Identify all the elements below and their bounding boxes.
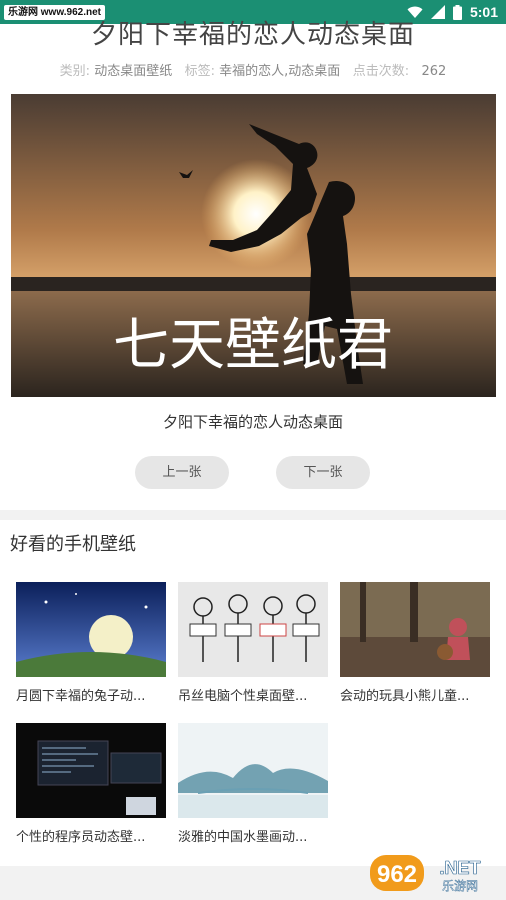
wallpaper-card[interactable]: 会动的玩具小熊儿童... [340,582,490,704]
page-title: 夕阳下幸福的恋人动态桌面 [90,20,415,50]
clicks-value: 262 [421,64,447,79]
next-button[interactable]: 下一张 [276,456,370,489]
wallpaper-card[interactable]: 吊丝电脑个性桌面壁... [178,582,328,704]
wallpaper-card-title[interactable]: 淡雅的中国水墨画动... [178,826,328,845]
section-divider [0,510,506,520]
wallpaper-thumb[interactable] [16,582,166,677]
site-watermark-logo: 962 .NET 乐游网 [368,852,498,894]
wallpaper-thumb[interactable] [178,723,328,818]
wallpaper-thumb[interactable] [178,582,328,677]
wallpaper-card[interactable]: 月圆下幸福的兔子动... [16,582,166,704]
tags-value[interactable]: 幸福的恋人,动态桌面 [219,64,340,79]
clicks-label: 点击次数: [352,64,410,79]
prev-button[interactable]: 上一张 [135,456,229,489]
svg-text:乐游网: 乐游网 [442,879,478,893]
wallpaper-card-title[interactable]: 月圆下幸福的兔子动... [16,685,166,704]
wallpaper-thumb[interactable] [16,723,166,818]
svg-text:.NET: .NET [439,858,480,878]
category-value[interactable]: 动态桌面壁纸 [94,64,172,79]
wallpaper-card-title[interactable]: 会动的玩具小熊儿童... [340,685,490,704]
wallpaper-card-title[interactable]: 个性的程序员动态壁... [16,826,166,845]
wallpaper-card[interactable]: 淡雅的中国水墨画动... [178,723,328,845]
wallpaper-overlay-text: 七天壁纸君 [113,313,393,378]
section-title: 好看的手机壁纸 [10,534,136,555]
wallpaper-image[interactable]: 七天壁纸君 [11,94,496,397]
wallpaper-card[interactable]: 个性的程序员动态壁... [16,723,166,845]
category-label: 类别: [59,64,91,79]
tags-label: 标签: [184,64,216,79]
svg-text:962: 962 [377,861,417,888]
article-meta: 类别: 动态桌面壁纸 标签: 幸福的恋人,动态桌面 点击次数: 262 [0,60,506,79]
wallpaper-thumb[interactable] [340,582,490,677]
image-caption: 夕阳下幸福的恋人动态桌面 [162,413,343,431]
wallpaper-card-title[interactable]: 吊丝电脑个性桌面壁... [178,685,328,704]
